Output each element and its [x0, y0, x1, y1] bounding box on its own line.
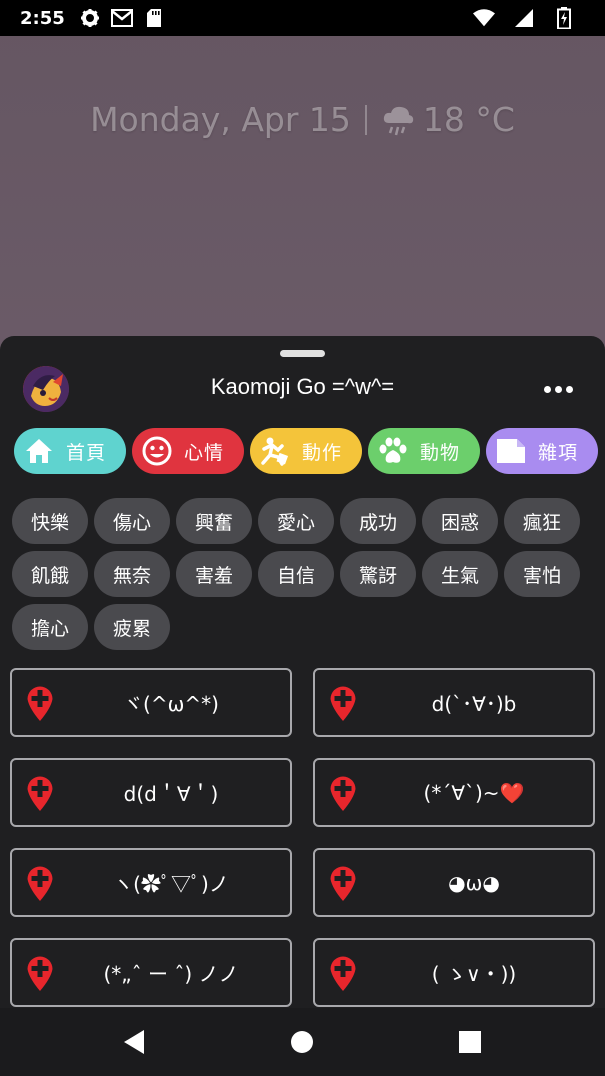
gmail-icon	[110, 7, 133, 29]
pin-add-icon[interactable]	[26, 954, 54, 992]
mood-chip[interactable]: 生氣	[422, 551, 498, 597]
mood-chip[interactable]: 無奈	[94, 551, 170, 597]
widget-temperature: 18 °C	[422, 100, 515, 139]
date-weather-widget[interactable]: Monday, Apr 15 18 °C	[0, 100, 605, 139]
widget-divider	[364, 104, 367, 135]
tab-label: 首頁	[66, 441, 107, 464]
kaomoji-grid: ヾ(^ω^*) d(`･∀･)b d(d＇∀＇) (*´∀`)~❤️ ヽ(✿ﾟ▽…	[10, 668, 595, 1007]
home-icon	[24, 436, 54, 466]
mood-chip[interactable]: 驚訝	[340, 551, 416, 597]
document-icon	[496, 436, 526, 466]
kaomoji-text: d(d＇∀＇)	[123, 782, 219, 806]
mood-chip[interactable]: 擔心	[12, 604, 88, 650]
more-horizontal-icon[interactable]	[538, 376, 578, 402]
kaomoji-text: d(`･∀･)b	[431, 692, 517, 716]
tab-label: 雜項	[538, 441, 579, 464]
battery-icon	[553, 7, 575, 29]
kaomoji-text: ヾ(^ω^*)	[123, 692, 219, 716]
mood-chip[interactable]: 快樂	[12, 498, 88, 544]
kaomoji-card[interactable]: d(d＇∀＇)	[10, 758, 292, 827]
kaomoji-card[interactable]: ◕ω◕	[313, 848, 595, 917]
mood-chip[interactable]: 困惑	[422, 498, 498, 544]
mood-chip[interactable]: 疲累	[94, 604, 170, 650]
signal-icon	[513, 7, 535, 29]
pin-add-icon[interactable]	[329, 774, 357, 812]
kaomoji-text: ヽ(✿ﾟ▽ﾟ)ノ	[113, 872, 229, 896]
mood-chip[interactable]: 愛心	[258, 498, 334, 544]
recents-square-icon[interactable]	[456, 1028, 484, 1056]
mood-chip[interactable]: 瘋狂	[504, 498, 580, 544]
pin-add-icon[interactable]	[26, 864, 54, 902]
rain-cloud-icon	[381, 103, 415, 137]
kaomoji-text: (*„ˆ ー ˆ) ノノ	[103, 962, 239, 986]
tab-animals[interactable]: 動物	[368, 428, 480, 474]
kaomoji-card[interactable]: (*„ˆ ー ˆ) ノノ	[10, 938, 292, 1007]
mood-chip[interactable]: 飢餓	[12, 551, 88, 597]
pin-add-icon[interactable]	[329, 864, 357, 902]
mood-chip[interactable]: 傷心	[94, 498, 170, 544]
status-time: 2:55	[20, 7, 65, 29]
wifi-icon	[473, 7, 495, 29]
kaomoji-card[interactable]: d(`･∀･)b	[313, 668, 595, 737]
smiley-icon	[142, 436, 172, 466]
sd-card-icon	[143, 7, 165, 29]
category-tabs: 首頁 心情 動作 動物 雜項	[14, 428, 605, 474]
tab-label: 動物	[420, 441, 461, 464]
status-bar: 2:55	[0, 0, 605, 36]
mood-chip[interactable]: 成功	[340, 498, 416, 544]
person-action-icon	[260, 436, 290, 466]
navigation-bar	[0, 1008, 605, 1076]
widget-date: Monday, Apr 15	[90, 100, 351, 139]
tab-action[interactable]: 動作	[250, 428, 362, 474]
pin-add-icon[interactable]	[329, 684, 357, 722]
app-title: Kaomoji Go =^w^=	[210, 374, 395, 399]
mood-chip[interactable]: 害羞	[176, 551, 252, 597]
kaomoji-bottom-sheet: Kaomoji Go =^w^= 首頁 心情 動作 動物 雜項 快樂 傷心 興奮…	[0, 336, 605, 1008]
sheet-header: Kaomoji Go =^w^=	[0, 364, 605, 414]
kaomoji-card[interactable]: ヽ(✿ﾟ▽ﾟ)ノ	[10, 848, 292, 917]
kaomoji-text: ◕ω◕	[448, 870, 500, 895]
tab-home[interactable]: 首頁	[14, 428, 126, 474]
kaomoji-card[interactable]: ヾ(^ω^*)	[10, 668, 292, 737]
pin-add-icon[interactable]	[26, 684, 54, 722]
mood-chip[interactable]: 興奮	[176, 498, 252, 544]
mood-chip[interactable]: 自信	[258, 551, 334, 597]
kaomoji-text: ( ゝ∨・))	[431, 962, 517, 986]
paw-icon	[378, 436, 408, 466]
home-circle-icon[interactable]	[288, 1028, 316, 1056]
mood-chip[interactable]: 害怕	[504, 551, 580, 597]
kaomoji-card[interactable]: ( ゝ∨・))	[313, 938, 595, 1007]
kaomoji-card[interactable]: (*´∀`)~❤️	[313, 758, 595, 827]
tab-label: 心情	[184, 441, 225, 464]
pin-add-icon[interactable]	[26, 774, 54, 812]
back-icon[interactable]	[120, 1028, 148, 1056]
tab-misc[interactable]: 雜項	[486, 428, 598, 474]
gear-icon	[79, 7, 101, 29]
mood-chips: 快樂 傷心 興奮 愛心 成功 困惑 瘋狂 飢餓 無奈 害羞 自信 驚訝 生氣 害…	[12, 498, 597, 650]
tab-label: 動作	[302, 441, 343, 464]
kaomoji-text: (*´∀`)~❤️	[423, 780, 525, 805]
pin-add-icon[interactable]	[329, 954, 357, 992]
drag-handle[interactable]	[280, 350, 325, 357]
tab-mood[interactable]: 心情	[132, 428, 244, 474]
